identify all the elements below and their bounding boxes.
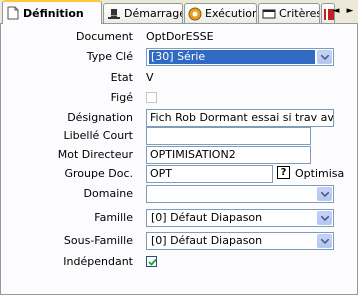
definition-panel: Document OptDorESSE Type Clé [30] Série … — [0, 23, 358, 295]
row-etat: Etat V — [1, 68, 358, 88]
tab-demarrage[interactable]: Démarrage — [103, 3, 183, 23]
row-designation: Désignation Fich Rob Dormant essai si tr… — [1, 108, 358, 128]
groupe-doc-description: Optimisa — [295, 167, 345, 180]
sous-famille-value: [0] Défaut Diapason — [151, 234, 263, 247]
domaine-select[interactable] — [146, 185, 334, 203]
row-domaine: Domaine — [1, 184, 358, 204]
row-sous-famille: Sous-Famille [0] Défaut Diapason — [1, 231, 358, 251]
row-independant: Indépendant — [1, 252, 358, 272]
row-type-cle: Type Clé [30] Série — [1, 47, 358, 67]
mot-directeur-field[interactable]: OPTIMISATION2 — [146, 146, 311, 164]
independant-checkbox[interactable] — [146, 256, 157, 267]
row-fige: Figé — [1, 88, 358, 108]
tab-strip: Définition Démarrage Exécution Critères … — [0, 0, 358, 24]
chevron-down-icon[interactable] — [317, 50, 332, 64]
row-mot-directeur: Mot Directeur OPTIMISATION2 — [1, 145, 358, 165]
chevron-down-icon[interactable] — [317, 187, 332, 201]
tab-label: Critères — [279, 7, 320, 20]
row-document: Document OptDorESSE — [1, 27, 358, 47]
tab-label: Exécution — [205, 7, 257, 20]
domaine-value — [149, 187, 315, 201]
scroll-right-icon[interactable]: ► — [344, 4, 356, 18]
row-libelle-court: Libellé Court — [1, 126, 358, 146]
type-cle-value: [30] Série — [148, 49, 316, 65]
chevron-down-icon[interactable] — [317, 234, 332, 248]
libelle-court-label: Libellé Court — [63, 129, 133, 142]
top-hat-icon — [107, 7, 121, 21]
chevron-down-icon[interactable] — [317, 211, 332, 225]
row-famille: Famille [0] Défaut Diapason — [1, 208, 358, 228]
etat-value: V — [146, 71, 154, 84]
tab-label: Définition — [23, 6, 84, 20]
row-groupe-doc: Groupe Doc. OPT ? Optimisa — [1, 164, 358, 184]
document-value: OptDorESSE — [146, 30, 214, 43]
gear-icon — [188, 7, 202, 21]
groupe-doc-field[interactable]: OPT — [146, 165, 273, 183]
famille-label: Famille — [94, 211, 133, 224]
type-cle-select[interactable]: [30] Série — [146, 48, 334, 66]
independant-label: Indépendant — [63, 255, 133, 268]
domaine-label: Domaine — [83, 187, 133, 200]
sous-famille-label: Sous-Famille — [63, 234, 133, 247]
checkmark-icon — [148, 258, 157, 266]
libelle-court-field[interactable] — [146, 127, 311, 145]
etat-label: Etat — [110, 71, 133, 84]
famille-select[interactable]: [0] Défaut Diapason — [146, 209, 334, 227]
famille-value: [0] Défaut Diapason — [151, 211, 263, 224]
document-icon — [6, 6, 20, 20]
groupe-doc-label: Groupe Doc. — [64, 167, 134, 180]
tab-execution[interactable]: Exécution — [184, 3, 257, 23]
scroll-left-icon[interactable]: ◄ — [330, 4, 342, 18]
tab-criteres[interactable]: Critères — [258, 3, 320, 23]
fige-checkbox[interactable] — [146, 92, 157, 103]
document-label: Document — [76, 30, 133, 43]
fige-label: Figé — [110, 91, 133, 104]
tab-label: Démarrage — [124, 7, 183, 20]
type-cle-label: Type Clé — [86, 50, 133, 63]
help-button[interactable]: ? — [277, 166, 290, 179]
tab-scroll: ◄ ► — [330, 4, 356, 18]
tab-definition[interactable]: Définition — [2, 0, 102, 24]
designation-field[interactable]: Fich Rob Dormant essai si trav avant — [146, 109, 334, 127]
designation-label: Désignation — [67, 111, 133, 124]
mot-directeur-label: Mot Directeur — [57, 148, 133, 161]
sous-famille-select[interactable]: [0] Défaut Diapason — [146, 232, 334, 250]
window-icon — [262, 7, 276, 21]
